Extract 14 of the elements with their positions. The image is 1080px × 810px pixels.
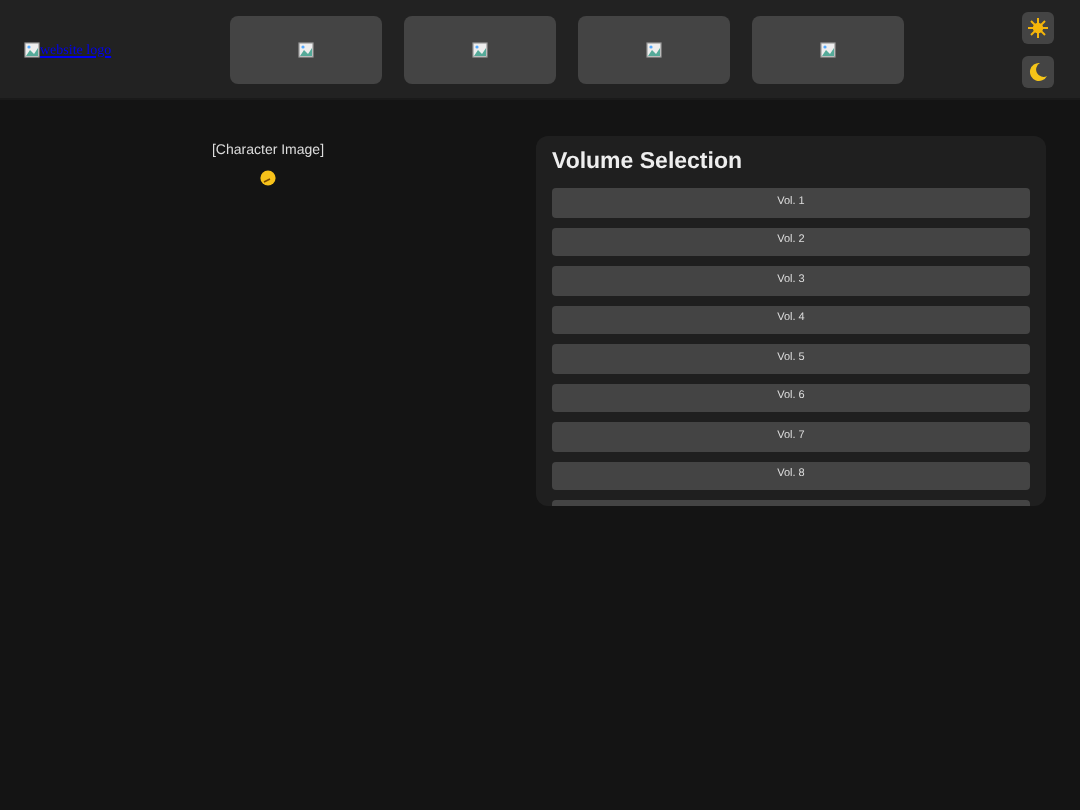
nav-tile[interactable] xyxy=(230,15,382,83)
light-mode-button[interactable] xyxy=(1022,11,1054,43)
broken-image-icon xyxy=(298,41,314,57)
moon-icon xyxy=(1028,61,1048,81)
broken-image-icon xyxy=(820,41,836,57)
nav-tile[interactable] xyxy=(404,15,556,83)
dark-mode-button[interactable] xyxy=(1022,55,1054,87)
nav-tile[interactable] xyxy=(752,15,904,83)
panel-title: Volume Selection xyxy=(552,150,745,174)
broken-image-icon xyxy=(472,41,488,57)
nav-tile[interactable] xyxy=(578,15,730,83)
broken-image-icon xyxy=(646,41,662,57)
broken-image-icon xyxy=(24,41,40,57)
sun-icon xyxy=(1028,17,1048,37)
